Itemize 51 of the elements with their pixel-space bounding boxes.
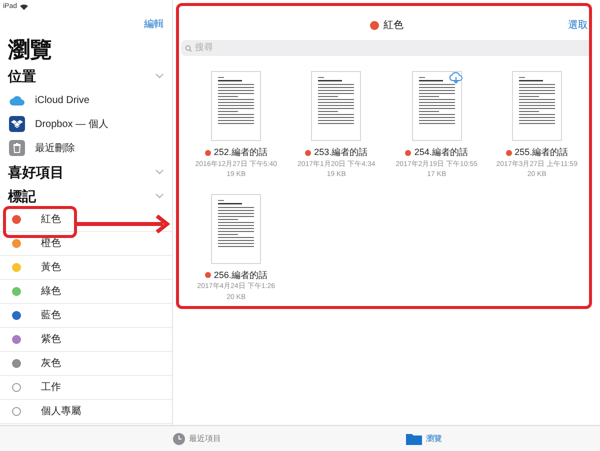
sidebar-title: 瀏覽	[8, 36, 52, 64]
tag-label: 藍色	[41, 308, 61, 323]
tag-item[interactable]: 橙色	[0, 232, 172, 256]
location-item[interactable]: iCloud Drive	[0, 88, 172, 112]
tag-label: 紫色	[41, 332, 61, 347]
wifi-icon	[20, 4, 28, 10]
tag-item[interactable]: 灰色	[0, 352, 172, 376]
tag-item[interactable]: 藍色	[0, 304, 172, 328]
location-item[interactable]: Dropbox — 個人	[0, 112, 172, 136]
tag-label: 黃色	[41, 260, 61, 275]
tag-label: 灰色	[41, 357, 61, 371]
document-thumbnail[interactable]	[212, 72, 260, 140]
file-name: 253.編者的話	[314, 146, 368, 159]
location-label: 最近刪除	[35, 142, 75, 156]
section-header: 標記	[8, 186, 36, 206]
tag-item[interactable]: 個人專屬	[0, 400, 172, 424]
file-name: 254.編者的話	[414, 146, 468, 159]
trash-icon	[9, 140, 25, 156]
location-item[interactable]: 最近刪除	[0, 136, 172, 160]
file-name: 252.編者的話	[214, 146, 268, 159]
document-thumbnail[interactable]	[412, 72, 461, 140]
location-label: iCloud Drive	[35, 94, 90, 108]
tag-label: 個人專屬	[41, 404, 81, 419]
document-thumbnail[interactable]	[312, 72, 360, 140]
section-header: 喜好項目	[8, 162, 64, 182]
folder-icon	[406, 432, 422, 444]
tag-item[interactable]: 工作	[0, 376, 172, 400]
dropbox-icon	[9, 116, 25, 132]
tag-item[interactable]: 綠色	[0, 280, 172, 304]
tag-label: 工作	[41, 381, 61, 395]
cloud-download-icon[interactable]	[448, 72, 463, 84]
file-name: 256.編者的話	[214, 268, 268, 282]
tag-item[interactable]: 紫色	[0, 328, 172, 352]
search-icon	[185, 44, 192, 52]
document-thumbnail[interactable]	[212, 194, 260, 262]
tab-bar-item[interactable]: 最近項目	[173, 432, 221, 444]
tab-bar-item[interactable]: 瀏覽	[406, 432, 442, 444]
cloud-icon	[9, 94, 25, 106]
tag-item[interactable]: 紅色	[0, 208, 172, 232]
tag-label: 綠色	[41, 284, 61, 299]
section-header: 位置	[8, 66, 36, 86]
file-name: 255.編者的話	[514, 146, 568, 159]
tag-label: 橙色	[41, 237, 61, 251]
location-label: Dropbox — 個人	[35, 118, 108, 132]
document-thumbnail[interactable]	[512, 72, 561, 140]
folder-title: 紅色	[384, 18, 404, 32]
clock-icon	[173, 432, 185, 444]
tag-item[interactable]: 黃色	[0, 256, 172, 280]
tag-label: 紅色	[41, 213, 61, 227]
edit-button[interactable]: 編輯	[144, 16, 164, 32]
select-button[interactable]: 選取	[568, 18, 588, 32]
